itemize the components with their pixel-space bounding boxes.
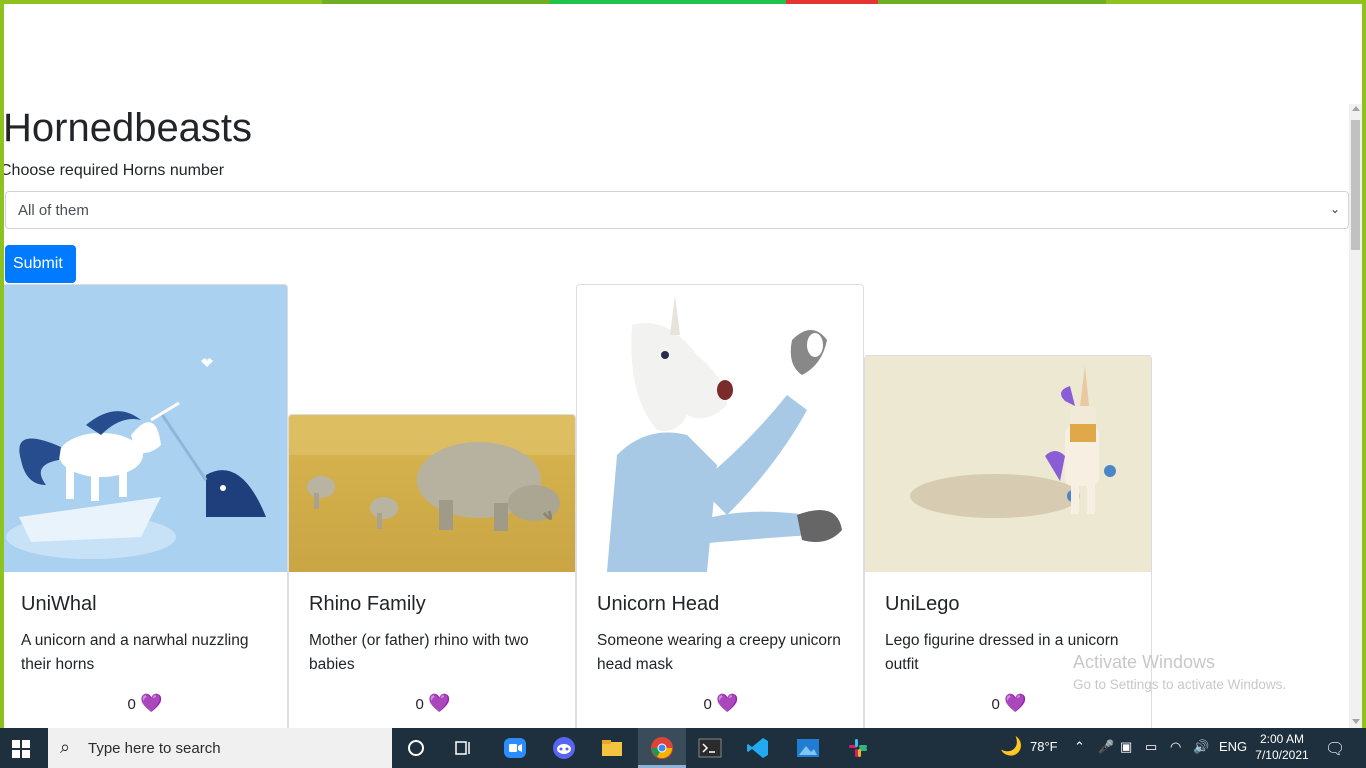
vote-count[interactable]: 0 💜 <box>289 693 575 714</box>
file-explorer-icon[interactable] <box>600 736 624 760</box>
heart-icon[interactable]: 💜 <box>716 693 738 713</box>
heart-icon[interactable]: 💜 <box>140 693 162 713</box>
scroll-up-icon[interactable] <box>1352 106 1360 111</box>
rhino-photo <box>289 415 575 572</box>
discord-icon[interactable] <box>552 736 576 760</box>
scroll-thumb[interactable] <box>1351 120 1360 250</box>
unilego-photo <box>865 356 1151 572</box>
vscode-icon[interactable] <box>746 736 770 760</box>
vote-number: 0 <box>703 696 712 713</box>
language-indicator[interactable]: ENG <box>1219 739 1247 754</box>
heart-icon[interactable]: 💜 <box>428 693 450 713</box>
heart-icon[interactable]: 💜 <box>1004 693 1026 713</box>
beast-image[interactable] <box>577 285 863 572</box>
cortana-icon[interactable] <box>404 736 428 760</box>
taskbar: ⌕ Type here to search 🌙 78°F ⌃ 🎤 ▣ ▭ ◠ 🔊… <box>0 728 1366 768</box>
search-icon: ⌕ <box>60 737 71 757</box>
clock-date: 7/10/2021 <box>1255 748 1309 762</box>
volume-icon[interactable]: 🔊 <box>1193 739 1209 755</box>
beast-card[interactable]: UniWhal A unicorn and a narwhal nuzzling… <box>0 284 288 728</box>
zoom-icon[interactable] <box>503 736 527 760</box>
vote-count[interactable]: 0 💜 <box>865 693 1151 714</box>
photos-icon[interactable] <box>796 736 820 760</box>
taskbar-search-placeholder: Type here to search <box>88 740 221 757</box>
card-title: Rhino Family <box>309 593 426 615</box>
uniwhal-illustration <box>1 285 287 572</box>
vote-count[interactable]: 0 💜 <box>1 693 287 714</box>
microphone-icon[interactable]: 🎤 <box>1098 739 1114 755</box>
beast-image[interactable] <box>289 415 575 572</box>
wifi-icon[interactable]: ◠ <box>1170 739 1181 755</box>
beast-image[interactable] <box>1 285 287 572</box>
scroll-down-icon[interactable] <box>1352 719 1360 724</box>
unicorn-head-photo <box>577 285 863 572</box>
card-title: UniLego <box>885 593 960 615</box>
window-top-bar <box>0 0 1366 4</box>
page-content: Hornedbeasts Choose required Horns numbe… <box>0 0 1349 728</box>
vote-number: 0 <box>991 696 1000 713</box>
vertical-scrollbar[interactable] <box>1349 104 1362 728</box>
chrome-icon[interactable] <box>650 736 674 760</box>
beast-card[interactable]: Unicorn Head Someone wearing a creepy un… <box>576 284 864 728</box>
horns-select-value: All of them <box>18 202 89 219</box>
horns-select[interactable]: All of them ⌄ <box>5 191 1349 229</box>
vote-number: 0 <box>127 696 136 713</box>
tablet-icon[interactable]: ▣ <box>1120 739 1132 755</box>
terminal-icon[interactable] <box>698 736 722 760</box>
taskbar-search-box[interactable]: ⌕ Type here to search <box>48 728 392 768</box>
activate-windows-title: Activate Windows <box>1073 652 1216 672</box>
activate-windows-subtitle: Go to Settings to activate Windows. <box>1073 677 1287 692</box>
page-title: Hornedbeasts <box>3 106 253 150</box>
filter-label: Choose required Horns number <box>0 162 225 179</box>
card-description: A unicorn and a narwhal nuzzling their h… <box>21 632 249 673</box>
chevron-up-icon[interactable]: ⌃ <box>1074 739 1085 755</box>
clock-time: 2:00 AM <box>1259 732 1305 746</box>
beast-image[interactable] <box>865 356 1151 572</box>
weather-temperature[interactable]: 78°F <box>1030 739 1058 754</box>
task-view-icon[interactable] <box>452 736 476 760</box>
weather-moon-icon[interactable]: 🌙 <box>1000 736 1022 757</box>
card-title: Unicorn Head <box>597 593 720 615</box>
windows-start-icon[interactable] <box>12 740 30 758</box>
submit-button[interactable]: Submit <box>5 245 76 283</box>
vote-count[interactable]: 0 💜 <box>577 693 863 714</box>
card-title: UniWhal <box>21 593 97 615</box>
chevron-down-icon: ⌄ <box>1329 202 1340 216</box>
clock[interactable]: 2:00 AM 7/10/2021 <box>1254 731 1310 763</box>
notifications-icon[interactable]: 🗨 <box>1325 739 1345 759</box>
vote-number: 0 <box>415 696 424 713</box>
card-description: Mother (or father) rhino with two babies <box>309 632 529 673</box>
beast-card[interactable]: Rhino Family Mother (or father) rhino wi… <box>288 414 576 728</box>
battery-icon[interactable]: ▭ <box>1145 739 1157 755</box>
card-description: Someone wearing a creepy unicorn head ma… <box>597 632 841 673</box>
slack-icon[interactable] <box>846 736 870 760</box>
